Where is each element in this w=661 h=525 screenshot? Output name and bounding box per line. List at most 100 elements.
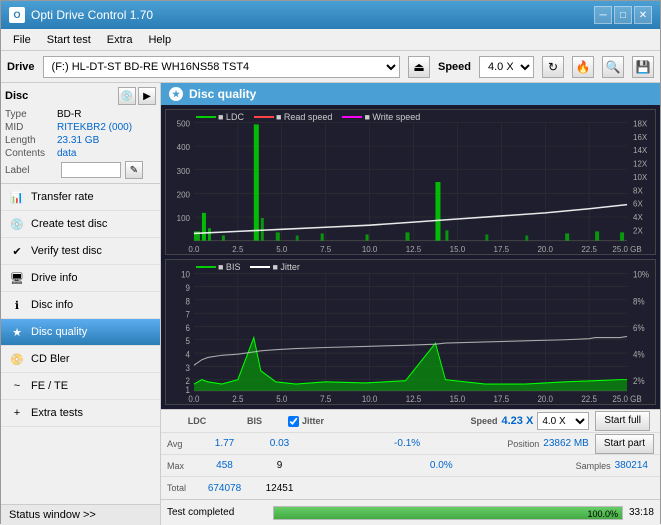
disc-icon-2[interactable]: ▶ [138, 87, 156, 105]
nav-verify-test-disc[interactable]: ✔ Verify test disc [1, 238, 160, 265]
nav-create-test-disc[interactable]: 💿 Create test disc [1, 211, 160, 238]
svg-text:7.5: 7.5 [320, 393, 331, 404]
start-full-button[interactable]: Start full [595, 411, 650, 431]
sidebar: Disc 💿 ▶ Type BD-R MID RITEKBR2 (000) Le… [1, 83, 161, 525]
svg-text:10%: 10% [633, 269, 649, 280]
nav-transfer-rate-label: Transfer rate [31, 191, 94, 203]
disc-quality-title: Disc quality [189, 87, 256, 101]
mid-label: MID [5, 122, 57, 133]
nav-cd-bler-label: CD Bler [31, 353, 70, 365]
bis-legend-bis-label: ■ BIS [218, 262, 240, 272]
title-controls: ─ □ ✕ [594, 6, 652, 24]
nav-drive-info[interactable]: 🖥 Drive info [1, 265, 160, 292]
maximize-button[interactable]: □ [614, 6, 632, 24]
speed-area: Speed 4.23 X 4.0 X [464, 412, 595, 430]
svg-text:18X: 18X [633, 119, 648, 128]
label-edit-button[interactable]: ✎ [125, 161, 143, 179]
ldc-legend-ldc: ■ LDC [196, 112, 244, 122]
menu-start-test[interactable]: Start test [39, 32, 99, 48]
menu-extra[interactable]: Extra [99, 32, 141, 48]
status-window-button[interactable]: Status window >> [1, 504, 160, 525]
nav-cd-bler[interactable]: 📀 CD Bler [1, 346, 160, 373]
svg-text:2X: 2X [633, 226, 643, 235]
nav-extra-tests[interactable]: + Extra tests [1, 400, 160, 427]
close-button[interactable]: ✕ [634, 6, 652, 24]
drive-selector[interactable]: (F:) HL-DT-ST BD-RE WH16NS58 TST4 [43, 56, 400, 78]
refresh-button[interactable]: ↻ [542, 56, 564, 78]
total-bis: 12451 [252, 483, 307, 494]
ldc-legend-ldc-label: ■ LDC [218, 112, 244, 122]
scan-button[interactable]: 🔍 [602, 56, 624, 78]
svg-text:20.0: 20.0 [537, 393, 553, 404]
bis-legend-jitter: ■ Jitter [250, 262, 299, 272]
svg-text:10.0: 10.0 [362, 393, 378, 404]
bis-legend-jitter-label: ■ Jitter [272, 262, 299, 272]
time-display: 33:18 [629, 507, 654, 518]
position-value: 23862 MB [543, 438, 589, 449]
svg-text:7.5: 7.5 [320, 245, 332, 254]
samples-value: 380214 [615, 460, 648, 471]
disc-type-row: Type BD-R [5, 109, 156, 120]
svg-text:8%: 8% [633, 296, 645, 307]
current-speed-value: 4.23 X [502, 415, 534, 427]
bis-legend-bis: ■ BIS [196, 262, 240, 272]
ldc-chart: ■ LDC ■ Read speed ■ Write speed [165, 109, 656, 255]
menu-help[interactable]: Help [140, 32, 179, 48]
stats-panel: LDC BIS Jitter Speed 4.23 X 4.0 X Start … [161, 409, 660, 499]
nav-drive-info-label: Drive info [31, 272, 77, 284]
svg-text:4X: 4X [633, 213, 643, 222]
svg-text:20.0: 20.0 [537, 245, 553, 254]
max-bis: 9 [252, 460, 307, 471]
nav-fe-te[interactable]: ~ FE / TE [1, 373, 160, 400]
svg-text:5.0: 5.0 [276, 393, 287, 404]
mid-value: RITEKBR2 (000) [57, 122, 132, 133]
disc-quality-header: ★ Disc quality [161, 83, 660, 105]
drive-bar: Drive (F:) HL-DT-ST BD-RE WH16NS58 TST4 … [1, 51, 660, 83]
nav-verify-test-disc-label: Verify test disc [31, 245, 102, 257]
type-label: Type [5, 109, 57, 120]
avg-jitter: -0.1% [307, 438, 501, 449]
status-window-label: Status window >> [9, 509, 96, 521]
bis-chart-svg: 10 9 8 7 6 5 4 3 2 1 10% 8% 6% 4% 2% [166, 260, 655, 404]
svg-text:6X: 6X [633, 200, 643, 209]
svg-text:15.0: 15.0 [450, 393, 466, 404]
minimize-button[interactable]: ─ [594, 6, 612, 24]
bis-column-header: BIS [227, 416, 282, 426]
nav-disc-quality[interactable]: ★ Disc quality [1, 319, 160, 346]
content-area: ★ Disc quality ■ LDC ■ Read speed [161, 83, 660, 525]
eject-button[interactable]: ⏏ [408, 56, 430, 78]
svg-text:4: 4 [186, 349, 191, 360]
nav-disc-info[interactable]: ℹ Disc info [1, 292, 160, 319]
speed-dropdown[interactable]: 4.0 X [537, 412, 589, 430]
ldc-legend-read: ■ Read speed [254, 112, 332, 122]
menu-file[interactable]: File [5, 32, 39, 48]
disc-quality-header-icon: ★ [169, 87, 183, 101]
position-row: Position 23862 MB [501, 438, 595, 449]
svg-text:25.0 GB: 25.0 GB [612, 245, 641, 254]
start-part-button[interactable]: Start part [595, 434, 654, 454]
speed-selector[interactable]: 4.0 X [479, 56, 534, 78]
svg-text:4%: 4% [633, 349, 645, 360]
svg-text:6%: 6% [633, 322, 645, 333]
speed-column-header: Speed [470, 416, 497, 426]
ldc-column-header: LDC [167, 416, 227, 426]
label-input[interactable] [61, 162, 121, 178]
disc-info-icon: ℹ [9, 297, 25, 313]
disc-icon-1[interactable]: 💿 [118, 87, 136, 105]
save-button[interactable]: 💾 [632, 56, 654, 78]
svg-text:22.5: 22.5 [581, 245, 597, 254]
jitter-checkbox[interactable] [288, 416, 299, 427]
length-label: Length [5, 135, 57, 146]
transfer-rate-icon: 📊 [9, 189, 25, 205]
bottom-bar: Test completed 100.0% 33:18 [161, 499, 660, 525]
status-text: Test completed [167, 507, 267, 518]
label-label: Label [5, 165, 57, 176]
burn-button[interactable]: 🔥 [572, 56, 594, 78]
ldc-chart-svg: 500 400 300 200 100 18X 16X 14X 12X 10X … [166, 110, 655, 254]
nav-transfer-rate[interactable]: 📊 Transfer rate [1, 184, 160, 211]
main-layout: Disc 💿 ▶ Type BD-R MID RITEKBR2 (000) Le… [1, 83, 660, 525]
svg-text:16X: 16X [633, 133, 648, 142]
svg-text:2%: 2% [633, 376, 645, 387]
fe-te-icon: ~ [9, 378, 25, 394]
disc-title: Disc [5, 90, 28, 102]
